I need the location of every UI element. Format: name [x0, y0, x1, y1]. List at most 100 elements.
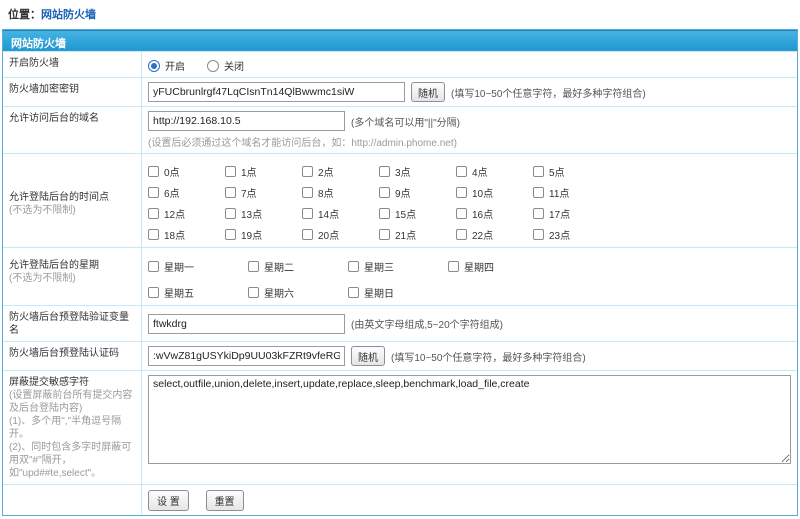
checkbox-icon[interactable]: [456, 187, 467, 198]
checkbox-icon[interactable]: [533, 208, 544, 219]
hour-checkbox[interactable]: 17点: [533, 206, 610, 220]
checkbox-icon[interactable]: [533, 187, 544, 198]
encryption-key-input[interactable]: [148, 82, 405, 102]
weekday-checkbox[interactable]: 星期四: [448, 259, 548, 273]
hour-checkbox[interactable]: 16点: [456, 206, 533, 220]
hour-checkbox-label: 13点: [241, 206, 262, 221]
hour-checkbox[interactable]: 22点: [456, 227, 533, 241]
hour-checkbox-label: 20点: [318, 227, 339, 242]
hour-checkbox[interactable]: 0点: [148, 164, 225, 178]
checkbox-icon[interactable]: [148, 166, 159, 177]
checkbox-icon[interactable]: [148, 208, 159, 219]
sensitive-words-content: select,outfile,union,delete,insert,updat…: [142, 371, 797, 484]
checkbox-icon[interactable]: [302, 208, 313, 219]
hour-checkbox-label: 10点: [472, 185, 493, 200]
allowed-domain-hint: (多个域名可以用"||"分隔): [351, 114, 460, 129]
hour-checkbox-label: 14点: [318, 206, 339, 221]
hour-checkbox-label: 16点: [472, 206, 493, 221]
checkbox-icon[interactable]: [248, 287, 259, 298]
encryption-key-random-button[interactable]: 随机: [411, 82, 445, 102]
hour-checkbox[interactable]: 4点: [456, 164, 533, 178]
checkbox-icon[interactable]: [533, 166, 544, 177]
hour-checkbox-label: 22点: [472, 227, 493, 242]
checkbox-icon[interactable]: [248, 261, 259, 272]
prelogin-varname-input[interactable]: [148, 314, 345, 334]
checkbox-icon[interactable]: [379, 208, 390, 219]
hour-checkbox[interactable]: 21点: [379, 227, 456, 241]
breadcrumb-link[interactable]: 网站防火墙: [41, 9, 96, 21]
hour-checkbox[interactable]: 9点: [379, 185, 456, 199]
checkbox-icon[interactable]: [148, 287, 159, 298]
hour-checkbox[interactable]: 20点: [302, 227, 379, 241]
weekday-checkbox[interactable]: 星期三: [348, 259, 448, 273]
hour-checkbox[interactable]: 12点: [148, 206, 225, 220]
prelogin-authcode-random-button[interactable]: 随机: [351, 346, 385, 366]
label-prelogin-varname: 防火墙后台预登陆验证变量名: [3, 306, 142, 341]
checkbox-icon[interactable]: [148, 261, 159, 272]
hour-checkbox[interactable]: 14点: [302, 206, 379, 220]
row-encryption-key: 防火墙加密密钥 随机 (填写10~50个任意字符，最好多种字符组合): [3, 77, 797, 106]
allowed-domain-input[interactable]: [148, 111, 345, 131]
checkbox-icon[interactable]: [456, 229, 467, 240]
reset-button[interactable]: 重置: [206, 490, 244, 511]
hour-checkbox-label: 7点: [241, 185, 257, 200]
checkbox-icon[interactable]: [302, 166, 313, 177]
sensitive-words-textarea[interactable]: select,outfile,union,delete,insert,updat…: [148, 375, 791, 464]
breadcrumb-prefix: 位置：: [8, 9, 41, 21]
row-allowed-domain: 允许访问后台的域名 (多个域名可以用"||"分隔) (设置后必须通过这个域名才能…: [3, 106, 797, 153]
checkbox-icon[interactable]: [225, 166, 236, 177]
checkbox-icon[interactable]: [225, 229, 236, 240]
checkbox-icon[interactable]: [379, 229, 390, 240]
weekday-checkbox[interactable]: 星期五: [148, 285, 248, 299]
checkbox-icon[interactable]: [225, 187, 236, 198]
weekday-checkbox[interactable]: 星期六: [248, 285, 348, 299]
hour-checkbox[interactable]: 10点: [456, 185, 533, 199]
radio-option-off[interactable]: 关闭: [207, 58, 244, 73]
row-login-weekdays: 允许登陆后台的星期 (不选为不限制) 星期一 星期二: [3, 247, 797, 305]
row-prelogin-authcode: 防火墙后台预登陆认证码 随机 (填写10~50个任意字符，最好多种字符组合): [3, 341, 797, 370]
hour-checkbox[interactable]: 15点: [379, 206, 456, 220]
weekday-checkbox[interactable]: 星期日: [348, 285, 448, 299]
checkbox-icon[interactable]: [148, 187, 159, 198]
allowed-domain-note: (设置后必须通过这个域名才能访问后台，如：http://admin.phome.…: [148, 134, 791, 149]
checkbox-icon[interactable]: [456, 166, 467, 177]
hour-checkbox[interactable]: 6点: [148, 185, 225, 199]
radio-off-icon[interactable]: [207, 60, 219, 72]
hour-checkbox[interactable]: 18点: [148, 227, 225, 241]
checkbox-icon[interactable]: [348, 261, 359, 272]
checkbox-icon[interactable]: [348, 287, 359, 298]
checkbox-icon[interactable]: [148, 229, 159, 240]
submit-button[interactable]: 设 置: [148, 490, 189, 511]
label-enable-firewall: 开启防火墙: [3, 52, 142, 77]
checkbox-icon[interactable]: [533, 229, 544, 240]
radio-on-icon[interactable]: [148, 60, 160, 72]
checkbox-icon[interactable]: [379, 187, 390, 198]
prelogin-authcode-input[interactable]: [148, 346, 345, 366]
label-encryption-key: 防火墙加密密钥: [3, 78, 142, 106]
hour-checkbox[interactable]: 2点: [302, 164, 379, 178]
hour-checkbox[interactable]: 7点: [225, 185, 302, 199]
checkbox-icon[interactable]: [225, 208, 236, 219]
hour-checkbox[interactable]: 3点: [379, 164, 456, 178]
hour-checkbox[interactable]: 5点: [533, 164, 610, 178]
hour-checkbox[interactable]: 8点: [302, 185, 379, 199]
weekday-checkbox[interactable]: 星期一: [148, 259, 248, 273]
hour-checkbox[interactable]: 13点: [225, 206, 302, 220]
checkbox-icon[interactable]: [302, 187, 313, 198]
hour-checkbox[interactable]: 1点: [225, 164, 302, 178]
checkbox-icon[interactable]: [302, 229, 313, 240]
radio-option-on[interactable]: 开启: [148, 58, 185, 73]
checkbox-icon[interactable]: [379, 166, 390, 177]
radio-off-label: 关闭: [224, 58, 244, 73]
sensitive-words-note1: (设置屏蔽前台所有提交内容及后台登陆内容): [9, 389, 137, 415]
hour-checkbox[interactable]: 23点: [533, 227, 610, 241]
hour-checkbox-label: 21点: [395, 227, 416, 242]
hour-checkbox-label: 5点: [549, 164, 565, 179]
checkbox-icon[interactable]: [448, 261, 459, 272]
weekday-checkbox[interactable]: 星期二: [248, 259, 348, 273]
hour-checkbox-label: 12点: [164, 206, 185, 221]
hour-checkbox[interactable]: 11点: [533, 185, 610, 199]
checkbox-icon[interactable]: [456, 208, 467, 219]
weekday-checkbox-label: 星期日: [364, 285, 394, 300]
hour-checkbox[interactable]: 19点: [225, 227, 302, 241]
